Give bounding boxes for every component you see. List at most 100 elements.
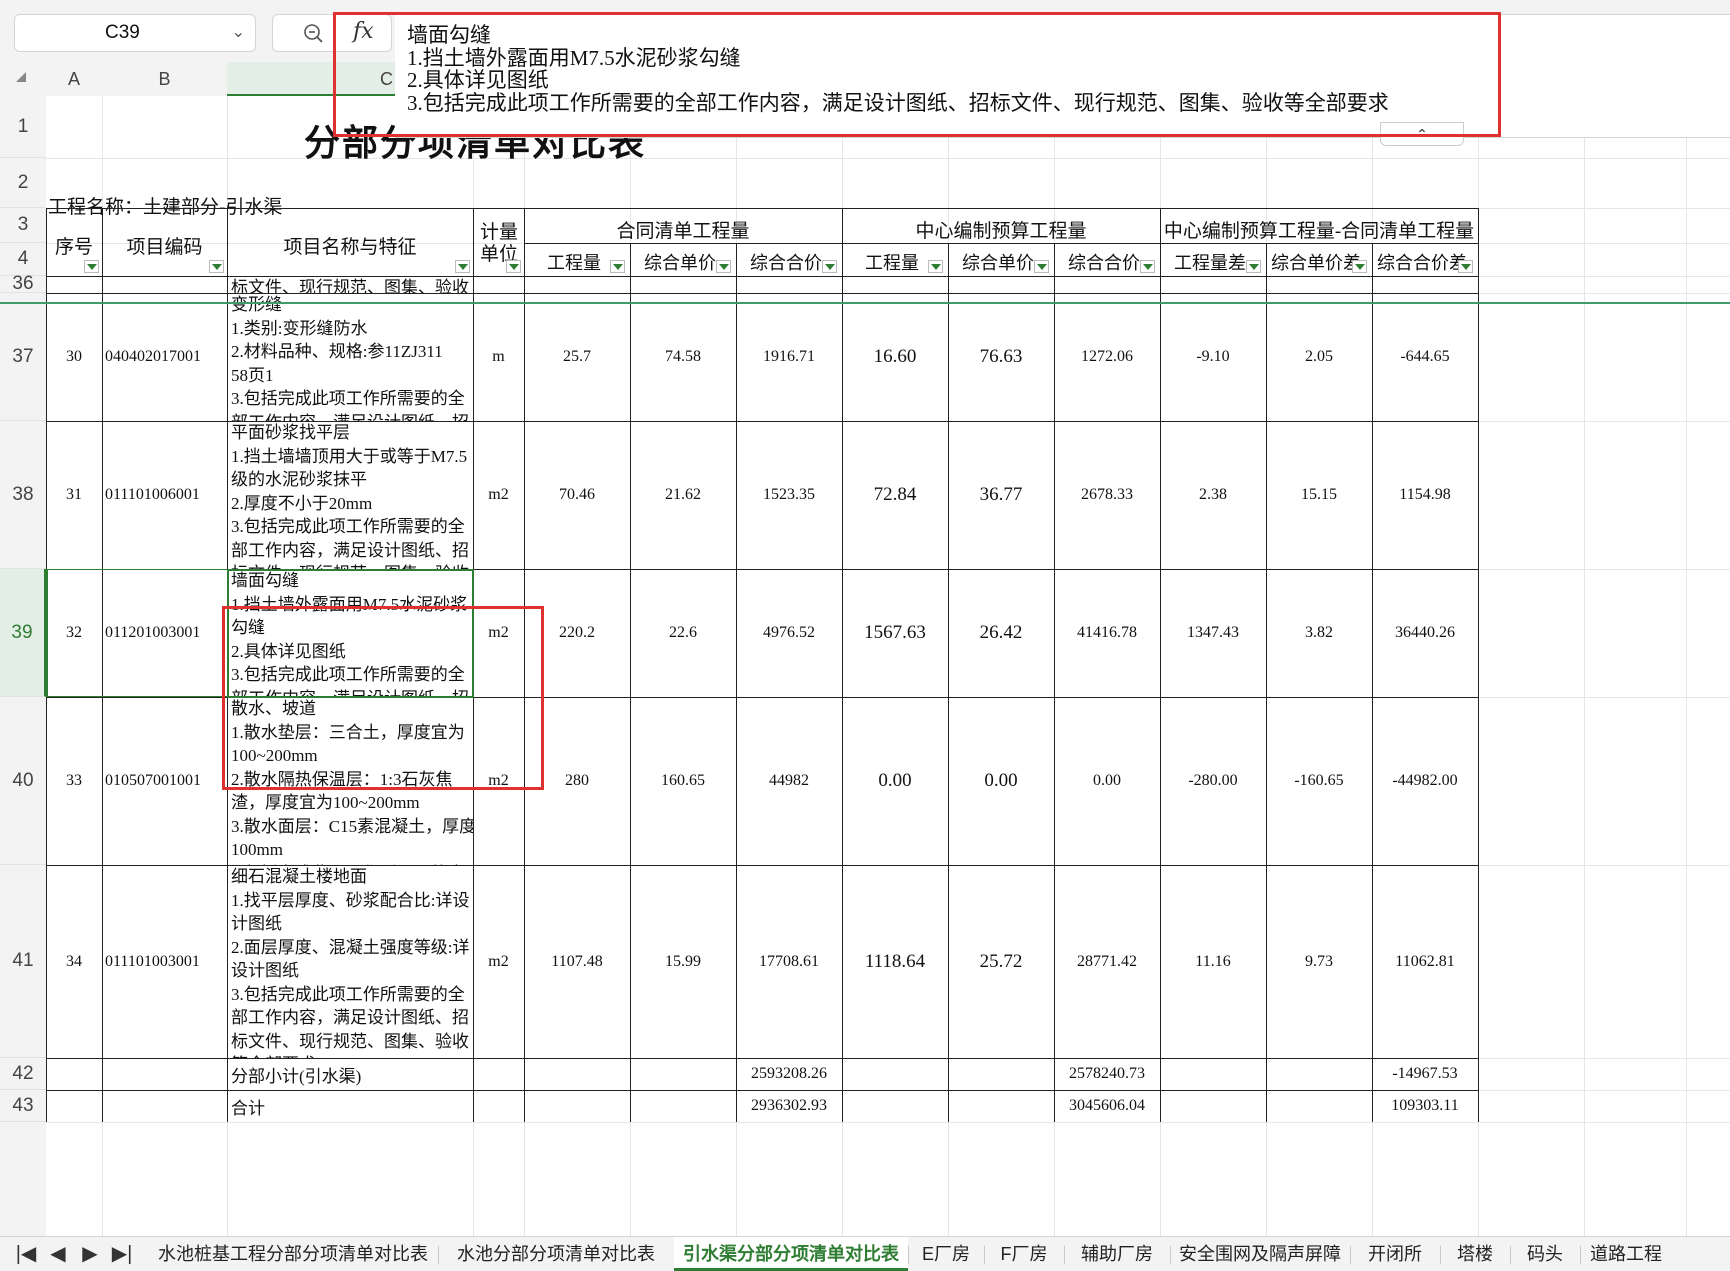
sheet-tab[interactable]: E厂房 [908,1237,984,1271]
prev-sheet-icon[interactable]: ◀ [44,1237,72,1271]
cell-unit[interactable]: m [473,293,524,421]
last-sheet-icon[interactable]: ▶| [108,1237,136,1271]
cell-m-price[interactable]: 26.42 [948,569,1054,697]
cell-c-qty[interactable]: 70.46 [524,421,630,569]
cell-m-total[interactable]: 2678.33 [1054,421,1160,569]
cell-m-price[interactable]: 36.77 [948,421,1054,569]
first-sheet-icon[interactable]: |◀ [12,1237,40,1271]
filter-dropdown-icon[interactable] [455,260,470,273]
cell-seq[interactable]: 31 [46,421,102,569]
subtotal-label[interactable]: 分部小计(引水渠) [231,1058,471,1090]
cell-unit[interactable]: m2 [473,865,524,1058]
cell-description[interactable]: 平面砂浆找平层 1.挡土墙墙顶用大于或等于M7.5 级的水泥砂浆抹平 2.厚度不小于2… [227,421,473,569]
cell-m-price[interactable]: 25.72 [948,865,1054,1058]
filter-dropdown-icon[interactable] [1352,260,1367,273]
row-header-37[interactable]: 37 [0,293,46,421]
cell-m-price[interactable]: 0.00 [948,697,1054,865]
cell-c-total[interactable]: 1916.71 [736,293,842,421]
chevron-down-icon[interactable]: ⌄ [232,15,245,51]
row-header-1[interactable]: 1 [0,96,46,158]
row-header-3[interactable]: 3 [0,208,46,243]
total-label[interactable]: 合计 [231,1090,471,1122]
cell-m-total[interactable]: 41416.78 [1054,569,1160,697]
cell-c-price[interactable]: 21.62 [630,421,736,569]
row-header-39[interactable]: 39 [0,569,46,697]
cell-c-total[interactable]: 44982 [736,697,842,865]
filter-dropdown-icon[interactable] [610,260,625,273]
cell-seq[interactable]: 30 [46,293,102,421]
filter-dropdown-icon[interactable] [1034,260,1049,273]
cell-m-qty[interactable]: 16.60 [842,293,948,421]
total-contract-total[interactable]: 2936302.93 [736,1090,842,1122]
cell-c-price[interactable]: 15.99 [630,865,736,1058]
total-diff-total[interactable]: 109303.11 [1372,1090,1478,1122]
row-header-36[interactable]: 36 [0,273,46,294]
cell-d-qty[interactable]: 11.16 [1160,865,1266,1058]
cell-c-qty[interactable]: 25.7 [524,293,630,421]
sheet-tab[interactable]: 安全围网及隔声屏障 [1170,1237,1350,1271]
sheet-tab[interactable]: 引水渠分部分项清单对比表 [674,1237,908,1271]
cell-code[interactable]: 011101003001 [102,865,227,1058]
cell-d-price[interactable]: 9.73 [1266,865,1372,1058]
sheet-tab[interactable]: 塔楼 [1440,1237,1510,1271]
subtotal-diff-total[interactable]: -14967.53 [1372,1058,1478,1090]
name-box[interactable]: C39 ⌄ [14,14,256,52]
cell-m-qty[interactable]: 1567.63 [842,569,948,697]
cell-c-price[interactable]: 160.65 [630,697,736,865]
cell-code[interactable]: 011101006001 [102,421,227,569]
row-header-43[interactable]: 43 [0,1090,46,1122]
filter-dropdown-icon[interactable] [209,260,224,273]
next-sheet-icon[interactable]: ▶ [76,1237,104,1271]
cell-d-total[interactable]: -44982.00 [1372,697,1478,865]
cell-description[interactable]: 细石混凝土楼地面 1.找平层厚度、砂浆配合比:详设 计图纸 2.面层厚度、混凝土强度等… [227,865,473,1058]
cell-c-qty[interactable]: 1107.48 [524,865,630,1058]
row-header-38[interactable]: 38 [0,421,46,569]
subtotal-center-total[interactable]: 2578240.73 [1054,1058,1160,1090]
sheet-tab[interactable]: 水池桩基工程分部分项清单对比表 [148,1237,438,1271]
col-header-a[interactable]: A [46,62,102,96]
filter-dropdown-icon[interactable] [1140,260,1155,273]
filter-dropdown-icon[interactable] [506,260,521,273]
cell-d-price[interactable]: 15.15 [1266,421,1372,569]
row-header-40[interactable]: 40 [0,697,46,865]
cell-description[interactable]: 变形缝 1.类别:变形缝防水 2.材料品种、规格:参11ZJ311 58页1 3.包括完… [227,293,473,421]
total-center-total[interactable]: 3045606.04 [1054,1090,1160,1122]
row-header-41[interactable]: 41 [0,865,46,1058]
cell-m-qty[interactable]: 72.84 [842,421,948,569]
row-header-4[interactable]: 4 [0,243,46,276]
subtotal-contract-total[interactable]: 2593208.26 [736,1058,842,1090]
zoom-out-icon[interactable] [303,23,323,43]
sheet-tab[interactable]: 码头 [1510,1237,1580,1271]
filter-dropdown-icon[interactable] [716,260,731,273]
cell-seq[interactable]: 34 [46,865,102,1058]
sheet-tab[interactable]: 辅助厂房 [1064,1237,1170,1271]
cell-d-price[interactable]: -160.65 [1266,697,1372,865]
sheet-tab[interactable]: F厂房 [984,1237,1064,1271]
cell-code[interactable]: 040402017001 [102,293,227,421]
cell-m-qty[interactable]: 0.00 [842,697,948,865]
select-all-icon[interactable] [16,72,26,82]
sheet-tab[interactable]: 道路工程 [1580,1237,1672,1271]
cell-d-total[interactable]: -644.65 [1372,293,1478,421]
cell-d-total[interactable]: 36440.26 [1372,569,1478,697]
cell-m-total[interactable]: 0.00 [1054,697,1160,865]
cell-d-price[interactable]: 3.82 [1266,569,1372,697]
cell-d-qty[interactable]: 2.38 [1160,421,1266,569]
cell-d-qty[interactable]: -9.10 [1160,293,1266,421]
filter-dropdown-icon[interactable] [822,260,837,273]
cell-m-total[interactable]: 1272.06 [1054,293,1160,421]
filter-dropdown-icon[interactable] [1246,260,1261,273]
cell-m-qty[interactable]: 1118.64 [842,865,948,1058]
cell-d-qty[interactable]: 1347.43 [1160,569,1266,697]
cell-d-total[interactable]: 11062.81 [1372,865,1478,1058]
cell-m-price[interactable]: 76.63 [948,293,1054,421]
cell-d-qty[interactable]: -280.00 [1160,697,1266,865]
cell-c-total[interactable]: 1523.35 [736,421,842,569]
cell-c-price[interactable]: 22.6 [630,569,736,697]
cell-code[interactable]: 010507001001 [102,697,227,865]
cell-seq[interactable]: 33 [46,697,102,865]
sheet-tab[interactable]: 开闭所 [1350,1237,1440,1271]
cell-c-total[interactable]: 17708.61 [736,865,842,1058]
sheet-tab[interactable]: 水池分部分项清单对比表 [438,1237,674,1271]
col-header-b[interactable]: B [102,62,227,96]
